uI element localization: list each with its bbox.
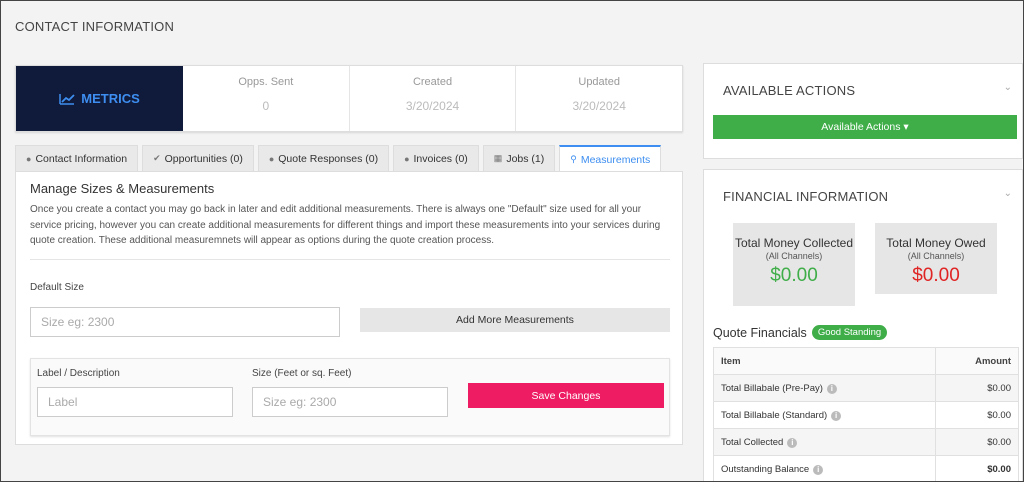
quote-financials-label: Quote Financials [713, 325, 807, 340]
chevron-down-icon[interactable]: ⌄ [1004, 188, 1012, 199]
available-actions-button[interactable]: Available Actions ▾ [713, 115, 1017, 139]
contact-page: CONTACT INFORMATION METRICS Opps. Sent 0… [0, 0, 1024, 482]
default-size-input[interactable] [30, 307, 340, 337]
table-row: Total Collected i $0.00 [713, 428, 1020, 456]
table-row: Total Billabale (Standard) i $0.00 [713, 401, 1020, 429]
financial-information-card: FINANCIAL INFORMATION ⌄ Total Money Coll… [703, 169, 1023, 481]
page-title: CONTACT INFORMATION [15, 19, 175, 34]
owed-title: Total Money Owed [886, 236, 986, 250]
add-more-measurements-button[interactable]: Add More Measurements [360, 308, 670, 332]
metrics-card: METRICS Opps. Sent 0 Created 3/20/2024 U… [15, 65, 683, 132]
row-item: Total Billabale (Standard) i [713, 401, 936, 429]
row-item: Total Billabale (Pre-Pay) i [713, 374, 936, 402]
save-changes-button[interactable]: Save Changes [468, 383, 664, 408]
metric-label: Updated [578, 76, 620, 88]
tab-invoices[interactable]: ● Invoices (0) [393, 145, 479, 171]
quote-financials-table: Item Amount Total Billabale (Pre-Pay) i $… [713, 347, 1020, 481]
row-amount: $0.00 [934, 401, 1020, 429]
tab-label: Invoices (0) [413, 152, 468, 165]
info-icon[interactable]: i [826, 383, 837, 394]
metric-value: 3/20/2024 [405, 99, 460, 113]
metrics-title: METRICS [81, 91, 140, 106]
tab-label: Jobs (1) [506, 152, 545, 165]
tab-quote-responses[interactable]: ● Quote Responses (0) [257, 145, 390, 171]
user-icon: ● [26, 153, 32, 164]
metric-created: Created 3/20/2024 [350, 66, 517, 131]
table-row: Total Billabale (Pre-Pay) i $0.00 [713, 374, 1020, 402]
info-icon[interactable]: i [813, 464, 824, 475]
tab-label: Quote Responses (0) [278, 152, 379, 165]
tab-contact-information[interactable]: ● Contact Information [15, 145, 139, 171]
column-header-item: Item [713, 347, 936, 375]
chevron-down-icon[interactable]: ⌄ [1004, 82, 1012, 93]
metric-label: Opps. Sent [238, 76, 294, 88]
info-icon[interactable]: i [787, 437, 798, 448]
owed-value: $0.00 [912, 265, 960, 286]
collected-subtitle: (All Channels) [765, 251, 823, 261]
default-size-label: Default Size [30, 282, 84, 293]
tab-bar: ● Contact Information ✔ Opportunities (0… [15, 145, 662, 172]
owed-subtitle: (All Channels) [907, 251, 965, 261]
quote-financials-title: Quote Financials Good Standing [713, 325, 888, 340]
metric-opps-sent: Opps. Sent 0 [183, 66, 350, 131]
total-money-owed-box: Total Money Owed (All Channels) $0.00 [875, 223, 997, 294]
tab-measurements[interactable]: ⚲ Measurements [559, 145, 662, 172]
row-item-label: Total Billabale (Standard) [721, 409, 828, 421]
table-header-row: Item Amount [713, 347, 1020, 375]
check-icon: ✔ [153, 153, 161, 163]
collected-title: Total Money Collected [734, 236, 854, 250]
tab-label: Opportunities (0) [164, 152, 243, 165]
divider [30, 259, 670, 260]
metric-value: 0 [262, 99, 270, 113]
table-row: Outstanding Balance i $0.00 [713, 455, 1020, 481]
row-item: Total Collected i [713, 428, 936, 456]
comment-icon: ● [404, 153, 410, 164]
size-label: Size (Feet or sq. Feet) [252, 368, 352, 379]
metric-updated: Updated 3/20/2024 [516, 66, 682, 131]
measurements-description: Once you create a contact you may go bac… [30, 204, 661, 246]
metric-value: 3/20/2024 [572, 99, 626, 113]
row-item-label: Total Collected [721, 436, 784, 448]
measurements-heading: Manage Sizes & Measurements [30, 181, 215, 196]
row-amount: $0.00 [934, 374, 1020, 402]
column-header-amount: Amount [934, 347, 1020, 375]
available-actions-card: AVAILABLE ACTIONS ⌄ Available Actions ▾ [703, 63, 1023, 159]
available-actions-title: AVAILABLE ACTIONS [723, 83, 856, 98]
new-measurement-card: Label / Description Size (Feet or sq. Fe… [30, 358, 670, 436]
size-input[interactable] [252, 387, 448, 417]
tab-jobs[interactable]: ▦ Jobs (1) [482, 145, 556, 171]
calendar-icon: ▦ [493, 153, 503, 163]
info-icon[interactable]: i [831, 410, 842, 421]
row-item-label: Total Billabale (Pre-Pay) [721, 382, 823, 394]
row-item-label: Outstanding Balance [721, 463, 810, 475]
metrics-header: METRICS [16, 66, 183, 131]
total-money-collected-box: Total Money Collected (All Channels) $0.… [733, 223, 855, 306]
status-badge: Good Standing [811, 325, 888, 340]
tab-label: Contact Information [35, 152, 128, 165]
metric-label: Created [412, 76, 453, 88]
measurements-panel: Manage Sizes & Measurements Once you cre… [15, 171, 683, 445]
label-description-label: Label / Description [37, 368, 120, 379]
financial-information-title: FINANCIAL INFORMATION [723, 189, 889, 204]
comment-icon: ● [268, 153, 275, 164]
map-marker-icon: ⚲ [570, 154, 577, 164]
row-amount: $0.00 [934, 428, 1020, 456]
collected-value: $0.00 [770, 265, 818, 286]
row-amount: $0.00 [934, 455, 1020, 481]
tab-label: Measurements [580, 153, 651, 166]
line-chart-icon [59, 93, 75, 105]
row-item: Outstanding Balance i [713, 455, 936, 481]
tab-opportunities[interactable]: ✔ Opportunities (0) [142, 145, 254, 171]
label-input[interactable] [37, 387, 233, 417]
